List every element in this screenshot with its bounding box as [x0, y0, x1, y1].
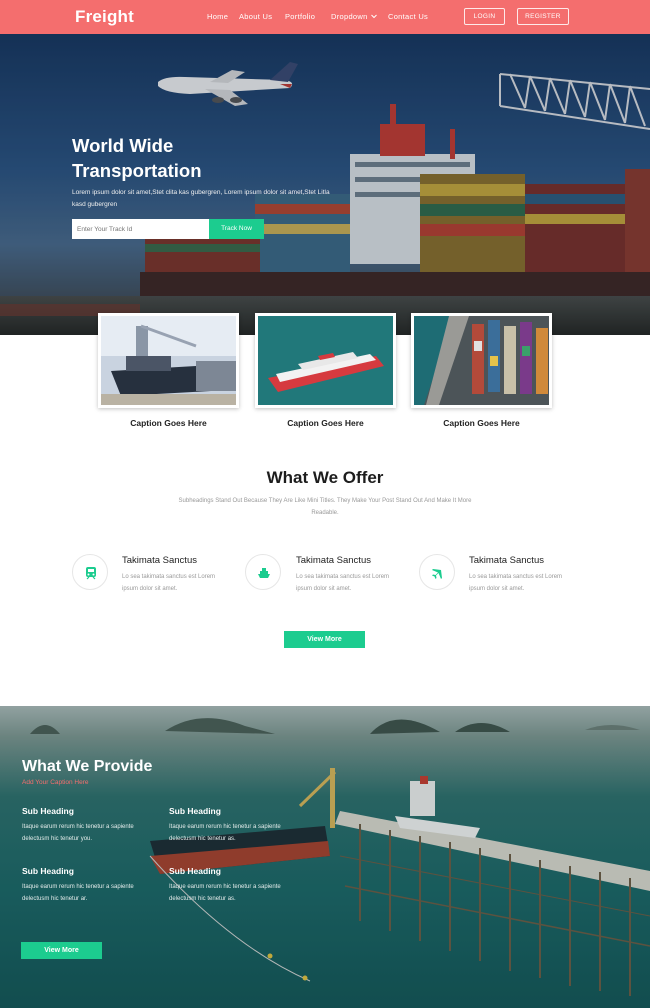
caption-3: Caption Goes Here [443, 418, 520, 428]
offer-title: What We Offer [266, 468, 384, 487]
brand-logo[interactable]: Freight [75, 7, 134, 27]
feature-3-title: Takimata Sanctus [469, 555, 544, 566]
feature-2-text: Lo sea takimata sanctus est Lorem ipsum … [296, 574, 390, 592]
nav-about-us[interactable]: About Us [239, 12, 272, 21]
nav-portfolio[interactable]: Portfolio [285, 12, 315, 21]
chevron-down-icon [371, 14, 377, 19]
provide-item-2-text: Itaque earum rerum hic tenetur a sapient… [169, 824, 281, 842]
caption-1: Caption Goes Here [130, 418, 207, 428]
provide-item-3-text: Itaque earum rerum hic tenetur a sapient… [22, 884, 134, 902]
provide-item-2-heading: Sub Heading [169, 806, 221, 816]
navbar: Freight Home About Us Portfolio Dropdown… [0, 0, 650, 34]
hero-background-image [0, 34, 650, 335]
nav-contact-us[interactable]: Contact Us [388, 12, 428, 21]
train-icon [86, 567, 96, 580]
hero-section: World Wide Transportation Lorem ipsum do… [0, 34, 650, 335]
ferry-ship-image [258, 316, 393, 405]
nav-dropdown[interactable]: Dropdown [331, 12, 377, 21]
feature-3-text: Lo sea takimata sanctus est Lorem ipsum … [469, 574, 563, 592]
plane-icon [432, 567, 444, 579]
offer-subtitle: Subheadings Stand Out Because They Are L… [178, 498, 472, 516]
feature-2-title: Takimata Sanctus [296, 555, 371, 566]
login-button[interactable]: LOGIN [464, 8, 505, 25]
offer-view-more-button[interactable]: View More [284, 631, 365, 648]
provide-section: What We Provide Add Your Caption Here Su… [0, 706, 650, 1008]
provide-view-more-button[interactable]: View More [21, 942, 102, 959]
ship-icon [258, 568, 270, 578]
nav-dropdown-label: Dropdown [331, 12, 368, 21]
register-button[interactable]: REGISTER [517, 8, 569, 25]
provide-item-4-heading: Sub Heading [169, 866, 221, 876]
feature-2-icon-circle [245, 554, 281, 590]
track-now-button[interactable]: Track Now [209, 219, 264, 239]
hero-description: Lorem ipsum dolor sit amet,Stet clita ka… [72, 189, 330, 208]
feature-1-text: Lo sea takimata sanctus est Lorem ipsum … [122, 574, 216, 592]
hero-title: World Wide Transportation [72, 135, 202, 181]
nav-home[interactable]: Home [207, 12, 228, 21]
caption-card-3[interactable] [411, 313, 552, 408]
provide-subtitle: Add Your Caption Here [22, 779, 89, 786]
caption-card-1[interactable] [98, 313, 239, 408]
port-pier-background-image [0, 706, 650, 1008]
feature-3-icon-circle [419, 554, 455, 590]
feature-1-title: Takimata Sanctus [122, 555, 197, 566]
container-terminal-image [414, 316, 549, 405]
provide-title: What We Provide [22, 758, 153, 775]
track-id-input[interactable] [72, 219, 210, 239]
provide-item-4-text: Itaque earum rerum hic tenetur a sapient… [169, 884, 281, 902]
feature-1-icon-circle [72, 554, 108, 590]
caption-card-2[interactable] [255, 313, 396, 408]
provide-item-3-heading: Sub Heading [22, 866, 74, 876]
provide-item-1-heading: Sub Heading [22, 806, 74, 816]
caption-2: Caption Goes Here [287, 418, 364, 428]
cargo-ship-dock-image [101, 316, 236, 405]
provide-item-1-text: Itaque earum rerum hic tenetur a sapient… [22, 824, 134, 842]
